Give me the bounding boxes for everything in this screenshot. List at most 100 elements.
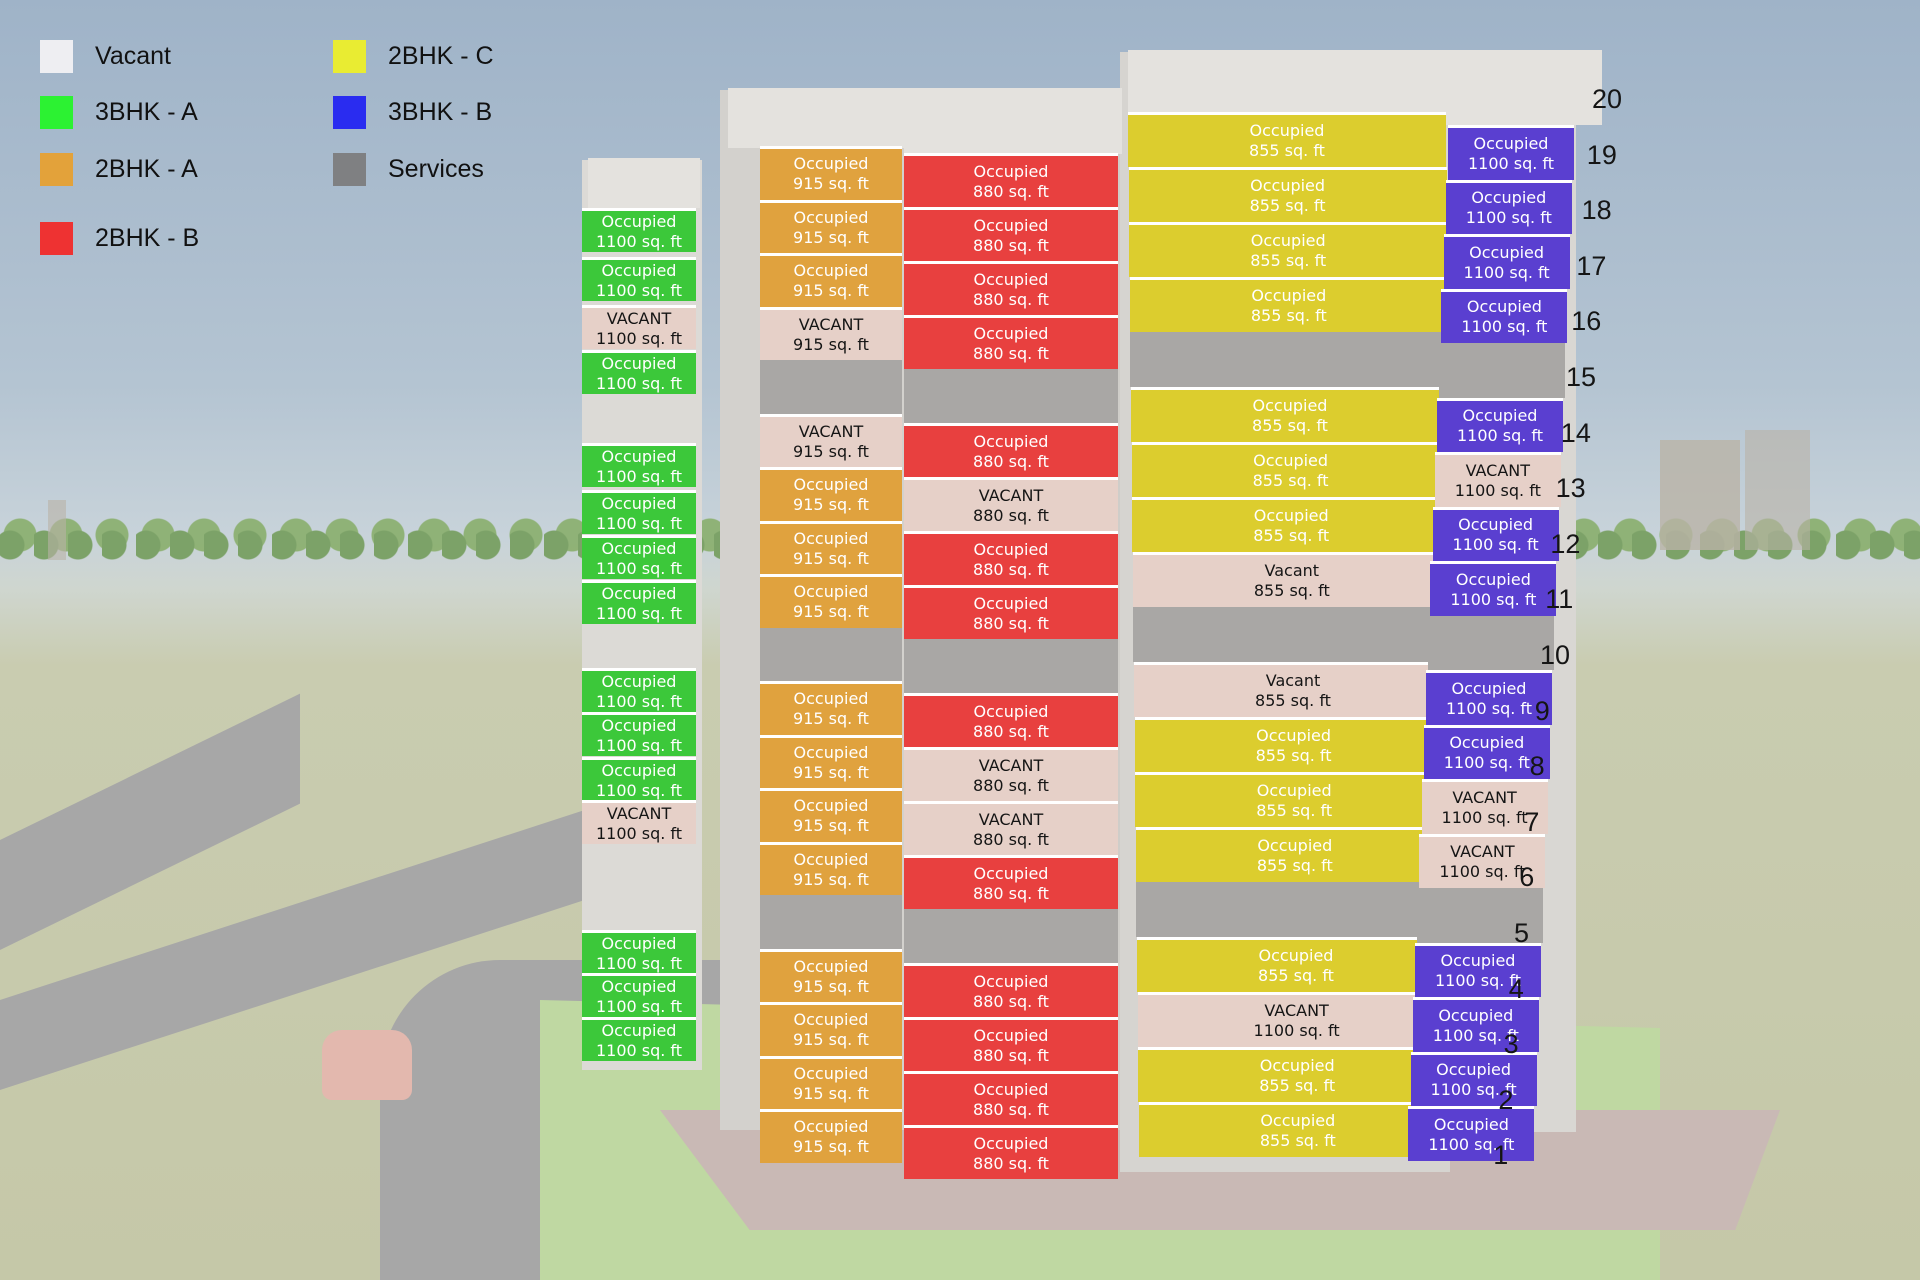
services-floor — [1130, 332, 1449, 387]
unit-area: 880 sq. ft — [973, 613, 1049, 633]
unit-2bhk-a-floor-12[interactable]: Occupied 915 sq. ft — [760, 520, 902, 574]
unit-3bhk-a-floor-7[interactable]: VACANT 1100 sq. ft — [582, 800, 696, 844]
unit-area: 880 sq. ft — [973, 721, 1049, 741]
unit-3bhk-a-floor-14[interactable]: Occupied 1100 sq. ft — [582, 443, 696, 487]
unit-2bhk-b-floor-7[interactable]: VACANT 880 sq. ft — [904, 801, 1118, 855]
unit-2bhk-a-floor-11[interactable]: Occupied 915 sq. ft — [760, 574, 902, 628]
unit-3bhk-b-floor-14[interactable]: Occupied 1100 sq. ft — [1437, 397, 1563, 452]
unit-status: Occupied — [1458, 515, 1534, 535]
unit-2bhk-c-floor-19[interactable]: Occupied 855 sq. ft — [1128, 112, 1446, 167]
unit-2bhk-b-floor-6[interactable]: Occupied 880 sq. ft — [904, 855, 1118, 909]
unit-2bhk-a-floor-9[interactable]: Occupied 915 sq. ft — [760, 681, 902, 735]
unit-2bhk-a-floor-8[interactable]: Occupied 915 sq. ft — [760, 734, 902, 788]
unit-2bhk-c-floor-17[interactable]: Occupied 855 sq. ft — [1129, 222, 1448, 277]
unit-area: 915 sq. ft — [793, 1030, 869, 1050]
unit-2bhk-b-floor-2[interactable]: Occupied 880 sq. ft — [904, 1071, 1118, 1125]
unit-3bhk-b-floor-12[interactable]: Occupied 1100 sq. ft — [1432, 506, 1559, 561]
unit-2bhk-b-floor-17[interactable]: Occupied 880 sq. ft — [904, 261, 1118, 315]
unit-3bhk-a-floor-10[interactable]: Occupied 1100 sq. ft — [582, 668, 696, 712]
unit-2bhk-a-floor-16[interactable]: VACANT 915 sq. ft — [760, 306, 902, 360]
unit-2bhk-c-floor-12[interactable]: Occupied 855 sq. ft — [1132, 497, 1451, 552]
unit-2bhk-a-floor-3[interactable]: Occupied 915 sq. ft — [760, 1002, 902, 1056]
legend-swatch — [333, 153, 366, 186]
unit-3bhk-b-floor-19[interactable]: Occupied 1100 sq. ft — [1448, 125, 1574, 180]
unit-3bhk-a-floor-2[interactable]: Occupied 1100 sq. ft — [582, 1017, 696, 1061]
unit-2bhk-c-floor-4[interactable]: Occupied 855 sq. ft — [1137, 937, 1455, 992]
unit-2bhk-b-floor-12[interactable]: Occupied 880 sq. ft — [904, 531, 1118, 585]
unit-2bhk-c-floor-2[interactable]: Occupied 855 sq. ft — [1138, 1047, 1457, 1102]
unit-3bhk-b-floor-11[interactable]: Occupied 1100 sq. ft — [1430, 561, 1557, 616]
unit-2bhk-b-floor-9[interactable]: Occupied 880 sq. ft — [904, 693, 1118, 747]
unit-2bhk-a-floor-14[interactable]: VACANT 915 sq. ft — [760, 413, 902, 467]
legend-item-vacant: Vacant — [40, 40, 171, 73]
unit-area: 880 sq. ft — [973, 883, 1049, 903]
unit-2bhk-a-floor-4[interactable]: Occupied 915 sq. ft — [760, 948, 902, 1002]
unit-3bhk-a-floor-3[interactable]: Occupied 1100 sq. ft — [582, 973, 696, 1017]
unit-2bhk-b-floor-14[interactable]: Occupied 880 sq. ft — [904, 423, 1118, 477]
unit-2bhk-b-floor-4[interactable]: Occupied 880 sq. ft — [904, 963, 1118, 1017]
unit-area: 1100 sq. ft — [595, 1040, 683, 1060]
unit-3bhk-a-floor-13[interactable]: Occupied 1100 sq. ft — [582, 490, 696, 534]
unit-2bhk-a-floor-19[interactable]: Occupied 915 sq. ft — [760, 146, 902, 200]
unit-status: Occupied — [973, 215, 1049, 235]
unit-2bhk-b-floor-19[interactable]: Occupied 880 sq. ft — [904, 153, 1118, 207]
unit-status: Occupied — [601, 446, 677, 466]
unit-status: Occupied — [601, 760, 677, 780]
unit-3bhk-a-floor-8[interactable]: Occupied 1100 sq. ft — [582, 757, 696, 801]
unit-area: 1100 sq. ft — [1443, 753, 1530, 773]
services-floor — [760, 895, 902, 949]
unit-2bhk-a-floor-18[interactable]: Occupied 915 sq. ft — [760, 199, 902, 253]
unit-status: Occupied — [973, 323, 1049, 343]
unit-status: Occupied — [601, 538, 677, 558]
unit-2bhk-c-floor-6[interactable]: Occupied 855 sq. ft — [1135, 827, 1454, 882]
services-floor — [1136, 882, 1455, 937]
unit-3bhk-a-floor-4[interactable]: Occupied 1100 sq. ft — [582, 930, 696, 974]
unit-3bhk-a-floor-18[interactable]: Occupied 1100 sq. ft — [582, 257, 696, 301]
unit-2bhk-b-floor-13[interactable]: VACANT 880 sq. ft — [904, 477, 1118, 531]
unit-2bhk-a-floor-1[interactable]: Occupied 915 sq. ft — [760, 1109, 902, 1163]
unit-2bhk-a-floor-7[interactable]: Occupied 915 sq. ft — [760, 788, 902, 842]
unit-3bhk-a-floor-19[interactable]: Occupied 1100 sq. ft — [582, 208, 696, 252]
unit-2bhk-a-floor-17[interactable]: Occupied 915 sq. ft — [760, 253, 902, 307]
unit-area: 855 sq. ft — [1255, 746, 1332, 765]
unit-2bhk-b-floor-8[interactable]: VACANT 880 sq. ft — [904, 747, 1118, 801]
unit-3bhk-a-floor-17[interactable]: VACANT 1100 sq. ft — [582, 305, 696, 349]
unit-3bhk-b-floor-3[interactable]: Occupied 1100 sq. ft — [1412, 997, 1539, 1052]
legend-label: 2BHK - B — [95, 224, 200, 252]
unit-2bhk-c-floor-14[interactable]: Occupied 855 sq. ft — [1131, 387, 1449, 442]
unit-3bhk-b-floor-18[interactable]: Occupied 1100 sq. ft — [1445, 179, 1572, 234]
unit-3bhk-a-floor-11[interactable]: Occupied 1100 sq. ft — [582, 580, 696, 624]
unit-2bhk-b-floor-3[interactable]: Occupied 880 sq. ft — [904, 1017, 1118, 1071]
unit-2bhk-c-floor-16[interactable]: Occupied 855 sq. ft — [1129, 277, 1448, 332]
legend-label: 3BHK - B — [388, 98, 493, 126]
unit-area: 915 sq. ft — [793, 709, 869, 729]
unit-2bhk-b-floor-11[interactable]: Occupied 880 sq. ft — [904, 585, 1118, 639]
unit-2bhk-c-floor-13[interactable]: Occupied 855 sq. ft — [1131, 442, 1450, 497]
unit-3bhk-a-floor-16[interactable]: Occupied 1100 sq. ft — [582, 350, 696, 394]
unit-status: Occupied — [973, 1133, 1049, 1153]
unit-2bhk-c-floor-11[interactable]: Vacant 855 sq. ft — [1132, 552, 1451, 607]
unit-3bhk-b-floor-1[interactable]: Occupied 1100 sq. ft — [1408, 1106, 1535, 1161]
unit-3bhk-b-floor-16[interactable]: Occupied 1100 sq. ft — [1441, 288, 1568, 343]
unit-2bhk-c-floor-8[interactable]: Occupied 855 sq. ft — [1134, 717, 1453, 772]
unit-3bhk-b-floor-9[interactable]: Occupied 1100 sq. ft — [1426, 670, 1552, 725]
unit-2bhk-c-floor-18[interactable]: Occupied 855 sq. ft — [1128, 167, 1447, 222]
unit-2bhk-a-floor-2[interactable]: Occupied 915 sq. ft — [760, 1055, 902, 1109]
unit-3bhk-a-floor-12[interactable]: Occupied 1100 sq. ft — [582, 535, 696, 579]
unit-status: Occupied — [973, 593, 1049, 613]
unit-2bhk-a-floor-6[interactable]: Occupied 915 sq. ft — [760, 841, 902, 895]
sculpture — [322, 1030, 412, 1100]
unit-area: 855 sq. ft — [1255, 691, 1331, 710]
unit-2bhk-b-floor-18[interactable]: Occupied 880 sq. ft — [904, 207, 1118, 261]
unit-area: 880 sq. ft — [973, 559, 1049, 579]
unit-3bhk-b-floor-17[interactable]: Occupied 1100 sq. ft — [1443, 234, 1570, 289]
unit-2bhk-a-floor-13[interactable]: Occupied 915 sq. ft — [760, 467, 902, 521]
unit-area: 1100 sq. ft — [1467, 153, 1555, 173]
unit-2bhk-c-floor-7[interactable]: Occupied 855 sq. ft — [1135, 772, 1454, 827]
unit-2bhk-c-floor-9[interactable]: Vacant 855 sq. ft — [1134, 662, 1452, 717]
unit-2bhk-b-floor-16[interactable]: Occupied 880 sq. ft — [904, 315, 1118, 369]
unit-2bhk-b-floor-1[interactable]: Occupied 880 sq. ft — [904, 1125, 1118, 1179]
unit-3bhk-b-floor-13[interactable]: VACANT 1100 sq. ft — [1434, 452, 1561, 507]
unit-2bhk-c-floor-3[interactable]: VACANT 1100 sq. ft — [1137, 992, 1456, 1047]
unit-3bhk-a-floor-9[interactable]: Occupied 1100 sq. ft — [582, 712, 696, 756]
